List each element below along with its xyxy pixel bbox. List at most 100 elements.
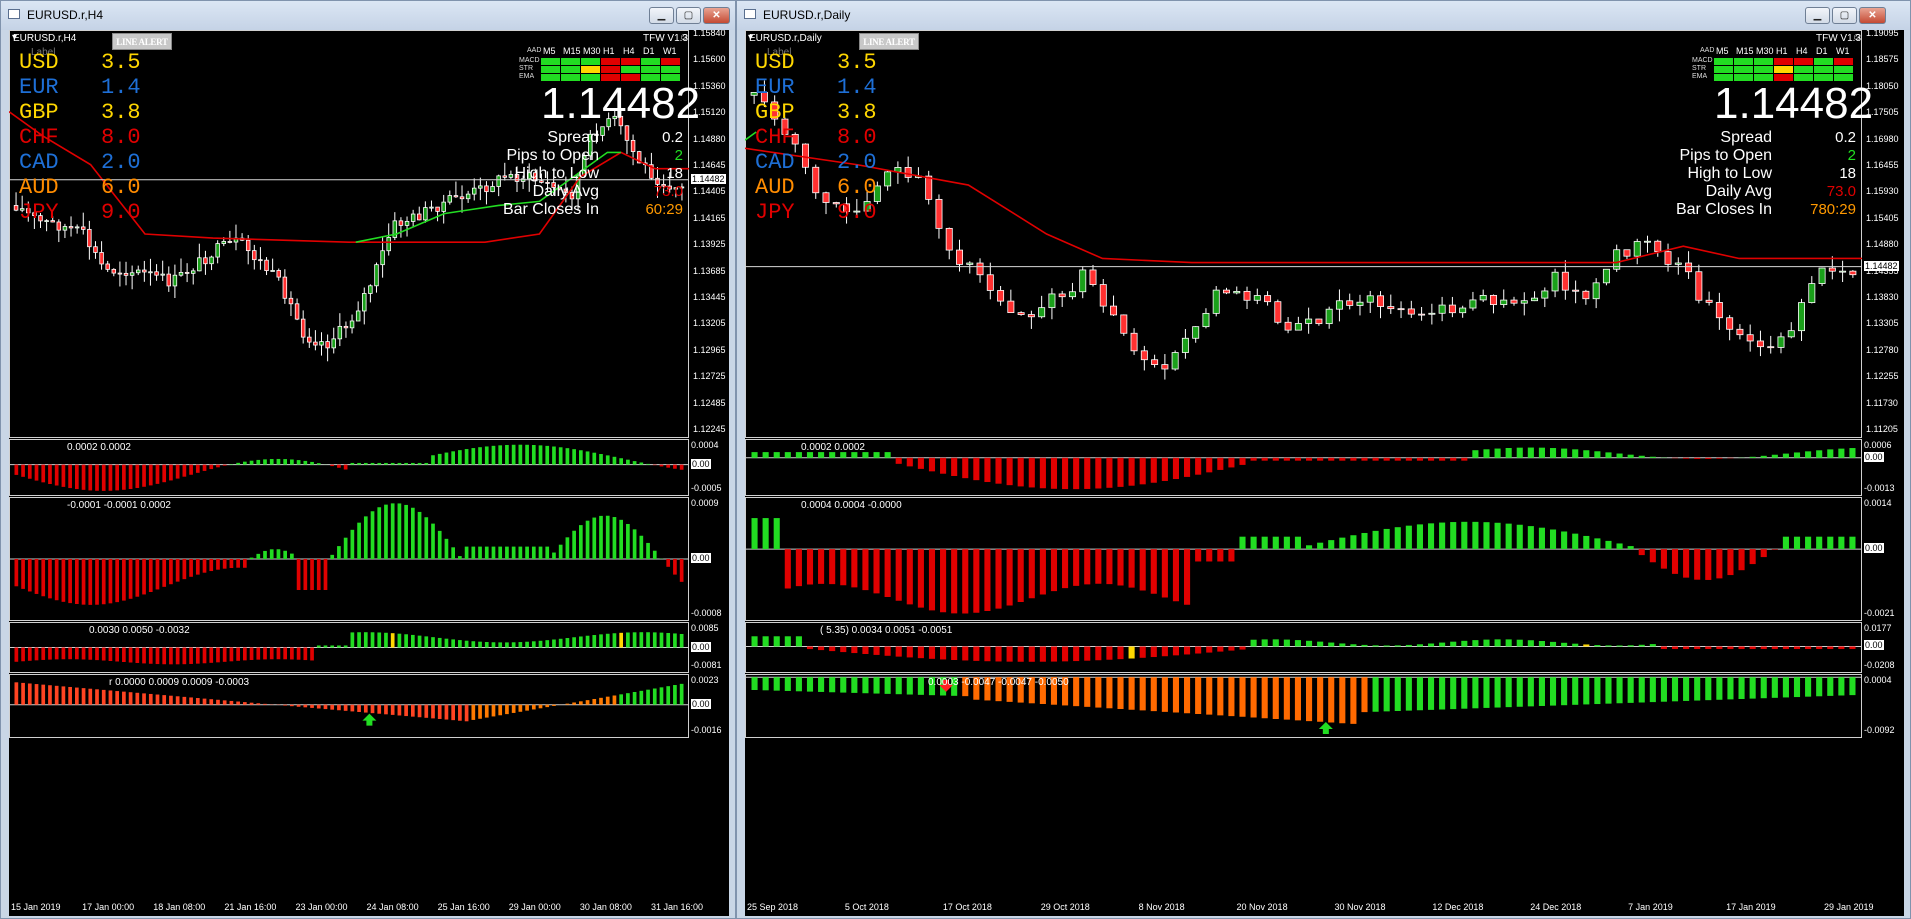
- mtf-header: M15: [563, 46, 581, 56]
- dropdown-triangle-icon: ▾: [12, 32, 18, 43]
- candle-body: [1561, 271, 1569, 291]
- chart-area[interactable]: 1.15840 1.15600 1.15360 1.15120 1.14880 1.146…: [9, 30, 729, 916]
- price-axis-label: 1.13685: [693, 265, 726, 276]
- candle-body: [1828, 267, 1836, 272]
- close-button[interactable]: ✕: [1859, 7, 1886, 24]
- candle-body: [386, 237, 391, 252]
- candle-body: [1335, 300, 1343, 310]
- candle-body: [1551, 271, 1559, 292]
- candle-body: [1017, 312, 1025, 315]
- candle-body: [148, 271, 153, 274]
- mtf-header: D1: [643, 46, 655, 56]
- time-axis-label: 21 Jan 16:00: [224, 902, 277, 912]
- currency-code: GBP: [19, 100, 59, 125]
- chart-window-daily[interactable]: EURUSD.r,Daily ▁ ▢ ✕ 1.19095 1.18575 1.180…: [736, 0, 1911, 919]
- candle-body: [429, 206, 434, 209]
- indicator-axis-label: 0.0023: [691, 675, 719, 685]
- candle-body: [1756, 340, 1764, 348]
- price-axis-label: 1.15930: [1866, 186, 1899, 197]
- candle-body: [1602, 268, 1610, 284]
- time-axis-label: 15 Jan 2019: [11, 902, 61, 912]
- candle-body: [1305, 318, 1313, 324]
- candle-body: [1746, 334, 1754, 342]
- price-axis-label: 1.14880: [1866, 239, 1899, 250]
- candle-body: [1151, 359, 1159, 365]
- candle-body: [374, 264, 379, 287]
- candle-body: [417, 213, 422, 221]
- candle-body: [1099, 284, 1107, 307]
- price-axis-label: 1.19095: [1866, 30, 1899, 38]
- indicator-axis-label: 0.0014: [1864, 498, 1892, 508]
- price-axis-label: 1.12485: [693, 397, 726, 408]
- stat-label: Daily Avg: [1705, 183, 1772, 200]
- candle-body: [822, 192, 830, 203]
- candle-body: [355, 310, 361, 322]
- candle-body: [1171, 352, 1179, 370]
- current-price: 1.14482: [541, 79, 701, 128]
- candle-body: [215, 243, 220, 258]
- candle-body: [1592, 282, 1600, 300]
- window-title: EURUSD.r,H4: [27, 8, 104, 22]
- candle-body: [1130, 332, 1138, 352]
- currency-code: AUD: [755, 175, 795, 200]
- currency-code: EUR: [755, 75, 795, 100]
- candle-body: [160, 273, 165, 276]
- line-alert-button[interactable]: LINE ALERT: [112, 33, 172, 50]
- chart-window-h4[interactable]: EURUSD.r,H4 ▁ ▢ ✕ 1.15840 1.15600 1.15360 1…: [0, 0, 736, 919]
- candle-body: [1767, 346, 1775, 349]
- candle-body: [184, 272, 190, 274]
- indicator-axis-label: -0.0208: [1864, 660, 1895, 670]
- candle-body: [1264, 295, 1272, 303]
- time-axis-label: 24 Dec 2018: [1530, 902, 1582, 912]
- currency-strength-value: 9.0: [837, 200, 877, 225]
- candle-body: [1582, 290, 1590, 300]
- minimize-button[interactable]: ▁: [649, 7, 674, 24]
- candle-body: [1705, 299, 1713, 303]
- candle-body: [1664, 251, 1672, 265]
- indicator-histogram-4: [745, 676, 1862, 724]
- price-axis-label: 1.13445: [693, 292, 726, 302]
- time-axis-label: 25 Sep 2018: [747, 902, 799, 912]
- close-button[interactable]: ✕: [703, 7, 730, 24]
- price-axis-label: 1.12255: [1866, 371, 1899, 382]
- time-axis-label: 23 Jan 00:00: [295, 902, 348, 912]
- chart-area[interactable]: 1.19095 1.18575 1.18050 1.17505 1.16980 1.164…: [745, 30, 1904, 916]
- title-bar[interactable]: EURUSD.r,Daily ▁ ▢ ✕: [737, 1, 1910, 30]
- title-bar[interactable]: EURUSD.r,H4 ▁ ▢ ✕: [1, 1, 735, 30]
- candle-body: [1048, 293, 1056, 309]
- candle-body: [136, 269, 141, 274]
- candle-body: [99, 252, 104, 265]
- line-alert-button[interactable]: LINE ALERT: [859, 33, 919, 50]
- maximize-button[interactable]: ▢: [676, 7, 701, 24]
- currency-strength-value: 3.8: [101, 100, 141, 125]
- candle-body: [423, 207, 428, 221]
- candle-body: [331, 338, 336, 349]
- mtf-signal-cell: [541, 66, 560, 73]
- current-price-tag: 1.14482: [1864, 260, 1899, 271]
- candle-body: [142, 269, 147, 273]
- indicator-panel-2: [745, 497, 1862, 621]
- currency-code: EUR: [19, 75, 59, 100]
- candle-body: [1818, 267, 1826, 284]
- time-axis-label: 17 Oct 2018: [942, 902, 992, 912]
- candle-body: [945, 227, 953, 251]
- minimize-button[interactable]: ▁: [1805, 7, 1830, 24]
- mtf-row-label: EMA: [519, 73, 535, 80]
- candle-body: [1294, 323, 1302, 331]
- stat-value: 780:29: [1810, 201, 1856, 218]
- chart-window-icon: [744, 9, 756, 19]
- arrow-up-icon: [1318, 722, 1333, 734]
- candle-body: [410, 213, 416, 222]
- candle-body: [105, 263, 110, 270]
- maximize-button[interactable]: ▢: [1832, 7, 1857, 24]
- currency-strength-value: 9.0: [101, 200, 141, 225]
- chart-window-icon: [8, 9, 20, 19]
- indicator-axis-label: -0.0081: [691, 660, 722, 670]
- candle-body: [1243, 290, 1251, 301]
- mtf-signal-cell: [641, 58, 660, 65]
- stat-value: 0.2: [1835, 129, 1856, 146]
- candle-body: [1685, 262, 1693, 273]
- candle-body: [997, 290, 1005, 302]
- candle-body: [1387, 306, 1395, 310]
- candle-body: [1223, 289, 1230, 294]
